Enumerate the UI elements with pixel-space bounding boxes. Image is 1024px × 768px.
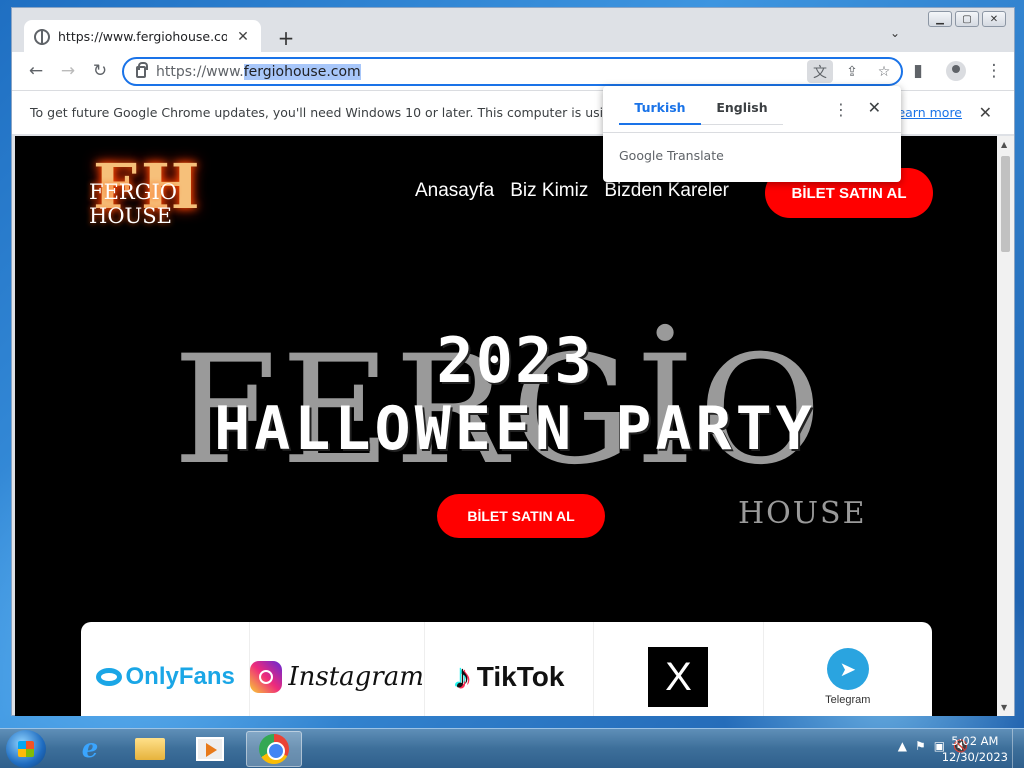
side-panel-icon[interactable]: ▮	[902, 55, 934, 87]
infobar-message: To get future Google Chrome updates, you…	[30, 105, 655, 120]
clock-time: 5:02 AM	[951, 734, 999, 748]
hero-background-house: HOUSE	[738, 496, 867, 531]
bookmark-star-icon[interactable]: ☆	[871, 60, 897, 83]
start-button[interactable]	[6, 730, 46, 768]
translate-close-icon[interactable]: ✕	[868, 98, 881, 117]
instagram-icon	[250, 661, 283, 693]
x-icon: X	[648, 647, 709, 707]
scroll-down-icon[interactable]: ▼	[1001, 703, 1007, 712]
back-button[interactable]: ←	[20, 55, 52, 87]
x-link[interactable]: X	[594, 622, 764, 716]
lock-icon[interactable]	[136, 61, 148, 78]
tab-search-chevron-icon[interactable]: ⌄	[890, 26, 900, 40]
nav-item-biz-kimiz[interactable]: Biz Kimiz	[510, 180, 588, 202]
translate-popup: Turkish English ⋮ ✕ Google Translate	[603, 86, 901, 182]
url-text[interactable]: https://www.fergiohouse.com	[156, 63, 361, 80]
infobar-close-icon[interactable]: ✕	[979, 103, 992, 122]
divider	[603, 132, 901, 133]
translate-tab-turkish[interactable]: Turkish	[619, 100, 701, 125]
close-window-button[interactable]: ✕	[982, 11, 1006, 27]
system-clock[interactable]: 5:02 AM 12/30/2023	[942, 733, 1008, 765]
site-logo[interactable]: FH FERGIO HOUSE	[83, 150, 233, 240]
learn-more-link[interactable]: earn more	[897, 105, 962, 120]
social-links-bar: OnlyFans Instagram ♪ TikTok X ➤ Telegram	[81, 622, 932, 716]
media-player-taskbar-icon[interactable]	[182, 731, 238, 767]
nav-item-bizden-kareler[interactable]: Bizden Kareler	[604, 180, 729, 202]
browser-toolbar: ← → ↻ https://www.fergiohouse.com 文 ⇪ ☆ …	[12, 52, 1014, 90]
avatar	[946, 61, 966, 81]
onlyfans-icon	[95, 668, 122, 686]
tiktok-icon: ♪	[453, 657, 471, 696]
translate-icon[interactable]: 文	[807, 60, 833, 83]
telegram-link[interactable]: ➤ Telegram	[764, 622, 932, 716]
translate-tab-english[interactable]: English	[701, 100, 783, 125]
profile-button[interactable]	[940, 55, 972, 87]
onlyfans-link[interactable]: OnlyFans	[81, 622, 251, 716]
site-nav: Anasayfa Biz Kimiz Bizden Kareler	[415, 180, 729, 202]
hero-year: 2023	[436, 324, 594, 397]
globe-icon	[34, 28, 50, 45]
telegram-icon: ➤	[826, 648, 869, 690]
clock-date: 12/30/2023	[941, 750, 1008, 764]
chrome-taskbar-icon[interactable]	[246, 731, 302, 767]
maximize-button[interactable]: ▢	[955, 11, 979, 27]
scrollbar-thumb[interactable]	[1001, 156, 1010, 252]
tab-strip: https://www.fergiohouse.com ✕ + ⌄ ▁ ▢ ✕	[12, 8, 1014, 53]
explorer-folder-taskbar-icon[interactable]	[122, 731, 178, 767]
minimize-button[interactable]: ▁	[928, 11, 952, 27]
tab-close-icon[interactable]: ✕	[235, 29, 251, 45]
forward-button[interactable]: →	[52, 55, 84, 87]
translate-options-icon[interactable]: ⋮	[833, 100, 849, 119]
address-bar[interactable]: https://www.fergiohouse.com 文 ⇪ ☆	[122, 57, 903, 86]
page-scrollbar[interactable]: ▲ ▼	[997, 136, 1014, 716]
web-page: FH FERGIO HOUSE Anasayfa Biz Kimiz Bizde…	[15, 136, 997, 716]
reload-button[interactable]: ↻	[84, 55, 116, 87]
window-controls: ▁ ▢ ✕	[928, 11, 1006, 27]
windows-taskbar: e ▲ ⚑ ▣ 🔇 5:02 AM 12/30/2023	[0, 728, 1024, 768]
internet-explorer-taskbar-icon[interactable]: e	[62, 731, 118, 767]
scroll-up-icon[interactable]: ▲	[1001, 140, 1007, 149]
hero-title: HALLOWEEN PARTY	[214, 394, 816, 464]
buy-ticket-button-hero[interactable]: BİLET SATIN AL	[437, 494, 605, 538]
tab-title: https://www.fergiohouse.com	[58, 29, 227, 44]
show-desktop-button[interactable]	[1012, 729, 1024, 768]
browser-tab[interactable]: https://www.fergiohouse.com ✕	[24, 20, 261, 53]
logo-name: FERGIO HOUSE	[89, 180, 177, 228]
google-translate-label: Google Translate	[619, 148, 724, 163]
nav-item-anasayfa[interactable]: Anasayfa	[415, 180, 494, 202]
instagram-link[interactable]: Instagram	[250, 622, 425, 716]
new-tab-button[interactable]: +	[274, 26, 298, 50]
share-icon[interactable]: ⇪	[839, 60, 865, 83]
show-hidden-icons-icon[interactable]: ▲	[898, 739, 907, 753]
action-center-flag-icon[interactable]: ⚑	[915, 739, 926, 753]
chrome-menu-icon[interactable]: ⋮	[978, 55, 1010, 87]
url-host-selected: fergiohouse.com	[243, 63, 361, 80]
tiktok-link[interactable]: ♪ TikTok	[425, 622, 595, 716]
